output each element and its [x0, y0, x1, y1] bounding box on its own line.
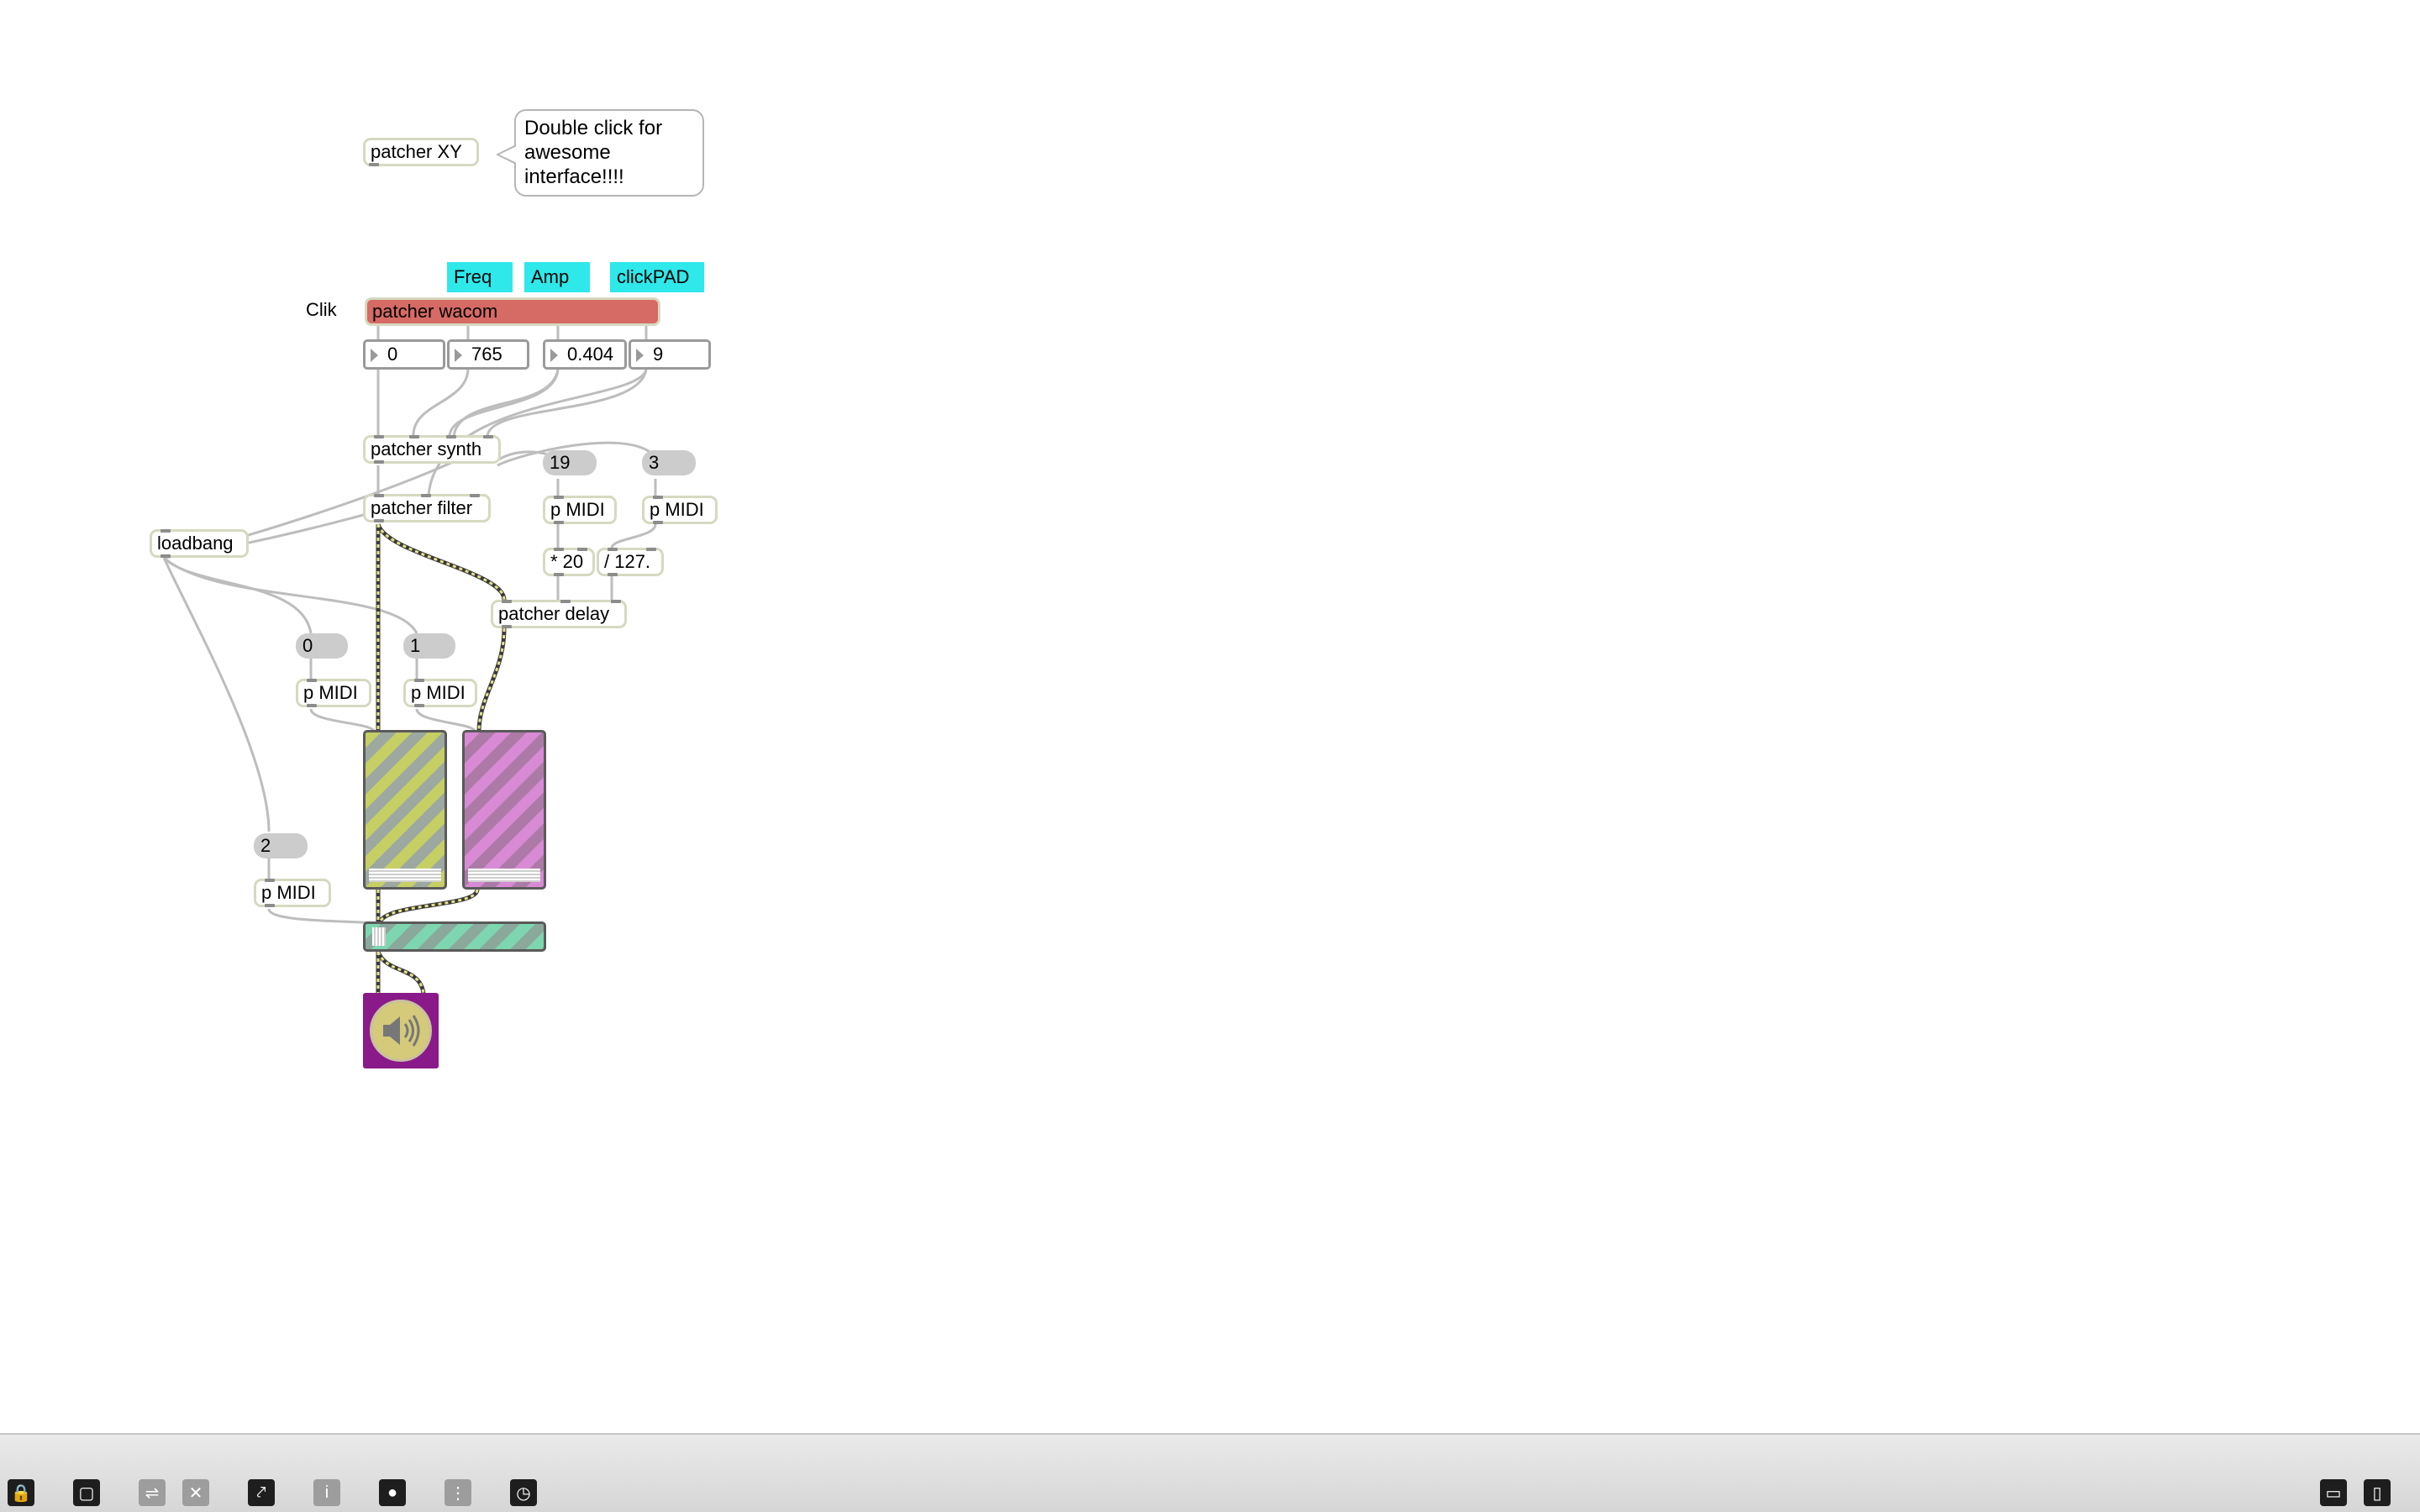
label-clickpad: clickPAD — [610, 262, 704, 292]
message-0[interactable]: 0 — [296, 633, 348, 659]
p-midi-object-3[interactable]: p MIDI — [642, 496, 718, 524]
grid-icon: ⋮ — [445, 1479, 471, 1506]
loadbang-object[interactable]: loadbang — [150, 529, 249, 558]
clock-icon: ◷ — [510, 1479, 537, 1506]
patcher-delay-object[interactable]: patcher delay — [491, 600, 627, 628]
slider-button[interactable]: ● — [376, 1477, 408, 1509]
gain-slider-master[interactable] — [363, 921, 546, 952]
patcher-synth-object[interactable]: patcher synth — [363, 435, 501, 464]
ezdac-speaker-button[interactable] — [363, 993, 439, 1068]
number-box-clickpad[interactable]: 9 — [629, 339, 711, 370]
debug-button[interactable]: ⤤ — [245, 1477, 277, 1509]
debug-icon: ⤤ — [248, 1479, 275, 1506]
sidebar-left-button[interactable]: ▭ — [2317, 1477, 2349, 1509]
p-midi-object-2[interactable]: p MIDI — [254, 879, 331, 907]
lock-button[interactable]: 🔒 — [5, 1477, 37, 1509]
number-box-amp[interactable]: 0.404 — [543, 339, 627, 370]
gain-slider-knob[interactable] — [468, 869, 540, 882]
label-amp: Amp — [524, 262, 590, 292]
grid-button[interactable]: ⋮ — [442, 1477, 474, 1509]
message-1[interactable]: 1 — [403, 633, 455, 659]
patch-cords — [162, 326, 657, 995]
comment-clik: Clik — [306, 299, 337, 320]
patcher-wacom-object[interactable]: patcher wacom — [365, 297, 660, 326]
inspector-button[interactable]: i — [311, 1477, 343, 1509]
clock-button[interactable]: ◷ — [508, 1477, 539, 1509]
number-box-1[interactable]: 0 — [363, 339, 445, 370]
presentation-icon: ▢ — [73, 1479, 100, 1506]
patcher-xy-object[interactable]: patcher XY — [363, 138, 479, 166]
sidebar-left-icon: ▭ — [2320, 1479, 2347, 1506]
gain-slider-knob[interactable] — [372, 927, 386, 946]
sidebar-right-button[interactable]: ▯ — [2361, 1477, 2393, 1509]
patcher-filter-object[interactable]: patcher filter — [363, 494, 491, 522]
speaker-icon — [383, 1015, 420, 1047]
number-box-freq[interactable]: 765 — [447, 339, 529, 370]
patch-cords-button[interactable]: ⇌ — [136, 1477, 168, 1509]
lock-icon: 🔒 — [8, 1479, 34, 1506]
delete-icon: ✕ — [182, 1479, 209, 1506]
slider-icon: ● — [379, 1479, 406, 1506]
sidebar-right-icon: ▯ — [2364, 1479, 2391, 1506]
gain-slider-right[interactable] — [462, 730, 546, 890]
presentation-button[interactable]: ▢ — [71, 1477, 103, 1509]
message-2[interactable]: 2 — [254, 833, 308, 858]
p-midi-object-0[interactable]: p MIDI — [296, 679, 371, 707]
inspector-icon: i — [313, 1479, 340, 1506]
label-freq: Freq — [447, 262, 513, 292]
p-midi-object-1[interactable]: p MIDI — [403, 679, 477, 707]
bottom-toolbar: 🔒 ▢ ⇌ ✕ ⤤ i ● ⋮ ◷ ▭ ▯ — [0, 1433, 2420, 1512]
gain-slider-knob[interactable] — [369, 869, 441, 882]
delete-button[interactable]: ✕ — [180, 1477, 212, 1509]
divide-object[interactable]: / 127. — [597, 548, 664, 576]
multiply-object[interactable]: * 20 — [543, 548, 595, 576]
gain-slider-left[interactable] — [363, 730, 447, 890]
comment-bubble: Double click for awesome interface!!!! — [496, 109, 704, 197]
patch-cords-icon: ⇌ — [139, 1479, 166, 1506]
message-19[interactable]: 19 — [543, 450, 597, 475]
message-3[interactable]: 3 — [642, 450, 696, 475]
patcher-canvas[interactable]: patcher XY Double click for awesome inte… — [0, 0, 2420, 1433]
p-midi-object-19[interactable]: p MIDI — [543, 496, 617, 524]
